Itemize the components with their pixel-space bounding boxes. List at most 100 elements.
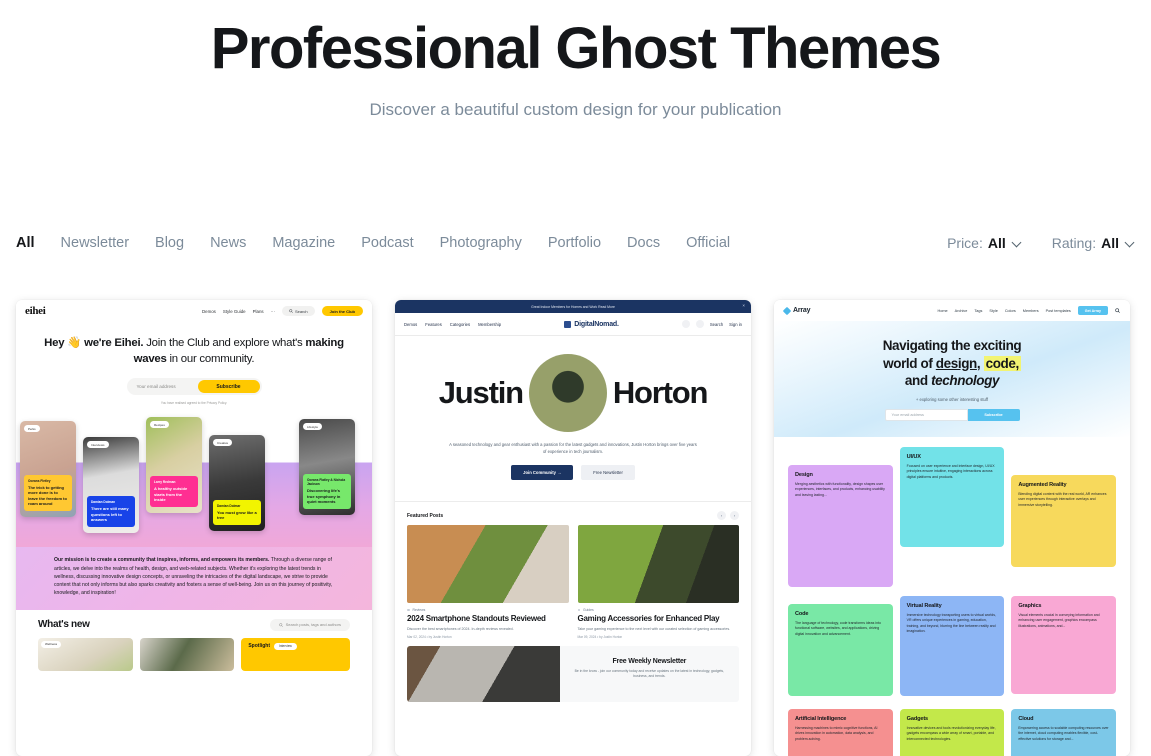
whats-new-item[interactable]: Wellness xyxy=(38,637,133,671)
category-filter-docs[interactable]: Docs xyxy=(627,235,660,251)
page-subtitle: Discover a beautiful custom design for y… xyxy=(369,99,782,119)
dn-signin-button[interactable]: Sign in xyxy=(729,322,742,327)
array-nav-tags[interactable]: Tags xyxy=(974,309,982,313)
quote-card[interactable]: Lifestyle Oceans Flatley & Nichola Jacks… xyxy=(299,419,355,516)
quote-card[interactable]: Creative Damian Dolmar You must grow lik… xyxy=(209,435,265,532)
dn-post-category[interactable]: Reviews xyxy=(413,608,426,612)
eihei-nav-more[interactable]: ··· xyxy=(271,309,275,314)
dn-post-date: Mar 02, 2024 • by Justin Horton xyxy=(407,634,452,639)
eihei-whats-new-search[interactable]: Search posts, tags and authors xyxy=(269,618,350,631)
eihei-nav-plans[interactable]: Plans xyxy=(253,309,264,314)
chevron-right-icon[interactable]: › xyxy=(730,511,739,520)
whats-new-item[interactable] xyxy=(139,637,235,671)
category-filter-photography[interactable]: Photography xyxy=(440,235,522,251)
array-email-input[interactable]: Your email address xyxy=(884,408,968,421)
array-tile-title: Virtual Reality xyxy=(906,603,942,609)
quote-author: Damian Dolmar xyxy=(217,503,241,508)
dn-menu-icon[interactable] xyxy=(681,320,690,328)
array-nav-home[interactable]: Home xyxy=(938,309,948,313)
dn-nav-membership[interactable]: Membership xyxy=(478,322,501,327)
dn-nav-categories[interactable]: Categories xyxy=(450,322,470,327)
array-tile-text: Empowering access to scalable computing … xyxy=(1018,726,1109,741)
dn-logo[interactable]: DigitalNomad. xyxy=(564,320,619,328)
array-logo-text: Array xyxy=(793,307,811,314)
quote-card[interactable]: Perks Oceans Fletley The trick to gettin… xyxy=(20,421,76,518)
dn-logo-mark-icon xyxy=(564,320,572,328)
eihei-subscribe-button[interactable]: Subscribe xyxy=(197,380,260,394)
eihei-join-club-button[interactable]: Join the Club xyxy=(321,306,363,316)
category-filter-podcast[interactable]: Podcast xyxy=(361,235,413,251)
dn-post-title[interactable]: Gaming Accessories for Enhanced Play xyxy=(578,614,740,624)
array-tile-cloud[interactable]: Cloud Empowering access to scalable comp… xyxy=(1011,709,1116,756)
dn-free-newsletter-button[interactable]: Free Newsletter xyxy=(581,464,635,480)
close-icon[interactable]: × xyxy=(742,303,745,309)
dn-post-date: Mar 09, 2024 • by Justin Horton xyxy=(577,634,623,639)
category-filter-official[interactable]: Official xyxy=(686,235,730,251)
dn-banner-text: Great Indoor Members for Homes and Work … xyxy=(531,304,615,309)
array-tile-artificial-intelligence[interactable]: Artificial Intelligence Harnessing machi… xyxy=(788,709,893,756)
dn-post-card[interactable]: Reviews 2024 Smartphone Standouts Review… xyxy=(407,525,569,639)
array-nav-colors[interactable]: Colors xyxy=(1005,309,1016,313)
array-tile-text: Immersive technology transporting users … xyxy=(906,613,996,634)
quote-card[interactable]: Recipes Larry Redman A healthy outside s… xyxy=(146,417,202,514)
category-filter-blog[interactable]: Blog xyxy=(155,235,184,251)
array-logo[interactable]: Array xyxy=(782,306,811,315)
dn-post-category[interactable]: Guides xyxy=(583,608,594,612)
category-filter-portfolio[interactable]: Portfolio xyxy=(548,235,601,251)
array-tile-title: Code xyxy=(795,611,809,617)
array-tile-design[interactable]: Design Merging aesthetics with functiona… xyxy=(788,465,893,587)
array-tile-title: Graphics xyxy=(1018,603,1042,609)
dn-hero-lastname: Horton xyxy=(612,375,709,410)
category-filter-news[interactable]: News xyxy=(210,235,246,251)
array-tile-virtual-reality[interactable]: Virtual Reality Immersive technology tra… xyxy=(899,596,1005,696)
quote-card[interactable]: Interviews Damian Dolman There are still… xyxy=(83,437,139,534)
array-tile-text: Blending digital content with the real w… xyxy=(1018,492,1107,507)
dn-join-community-button[interactable]: Join Community → xyxy=(511,464,574,480)
dot-icon xyxy=(407,608,410,612)
quote-author: Larry Redman xyxy=(154,480,176,485)
array-tile-graphics[interactable]: Graphics Visual elements crucial in conv… xyxy=(1011,596,1116,694)
array-navbar: Array Home Archive Tags Style Colors Mem… xyxy=(774,300,1130,321)
rating-filter[interactable]: Rating: All xyxy=(1052,235,1135,251)
dn-hero: Justin Horton A seasoned technology and … xyxy=(395,336,751,501)
array-nav-members[interactable]: Members xyxy=(1023,309,1039,313)
theme-card-eihei[interactable]: eihei Demos Style Guide Plans ··· Search… xyxy=(16,300,372,756)
dn-post-card[interactable]: Guides Gaming Accessories for Enhanced P… xyxy=(577,525,740,639)
quote-text: You must grow like a tree xyxy=(217,509,257,521)
eihei-logo[interactable]: eihei xyxy=(25,305,46,317)
array-subscribe-button[interactable]: Subscribe xyxy=(967,408,1020,421)
array-tile-augmented-reality[interactable]: Augmented Reality Blending digital conte… xyxy=(1011,475,1116,567)
eihei-search-button[interactable]: Search xyxy=(281,306,315,316)
theme-card-array[interactable]: Array Home Archive Tags Style Colors Mem… xyxy=(774,300,1130,756)
price-filter[interactable]: Price: All xyxy=(947,235,1022,251)
array-tile-gadgets[interactable]: Gadgets Innovative devices and tools rev… xyxy=(899,709,1005,756)
category-filter-all[interactable]: All xyxy=(16,235,35,251)
array-nav-post-templates[interactable]: Post templates xyxy=(1046,309,1071,313)
eihei-nav-demos[interactable]: Demos xyxy=(202,309,216,314)
price-filter-value: All xyxy=(987,235,1006,251)
dn-hero-firstname: Justin xyxy=(438,375,524,410)
array-get-button[interactable]: Get Array xyxy=(1077,306,1108,315)
dn-newsletter-card[interactable]: Free Weekly Newsletter Be in the know - … xyxy=(407,645,739,702)
whats-new-spotlight[interactable]: Spotlight Interview xyxy=(241,637,351,671)
price-filter-label: Price: xyxy=(947,235,983,251)
dn-nav-features[interactable]: Features xyxy=(425,322,442,327)
dn-hero-name: Justin Horton xyxy=(395,354,751,432)
category-filter-newsletter[interactable]: Newsletter xyxy=(61,235,130,251)
theme-card-digital-nomad[interactable]: Great Indoor Members for Homes and Work … xyxy=(395,300,751,756)
array-nav-archive[interactable]: Archive xyxy=(955,309,968,313)
array-tile-code[interactable]: Code The language of technology, code tr… xyxy=(788,604,893,696)
eihei-email-input[interactable]: Your email address xyxy=(129,384,198,389)
dn-post-title[interactable]: 2024 Smartphone Standouts Reviewed xyxy=(407,614,569,624)
array-nav-style[interactable]: Style xyxy=(989,309,997,313)
dn-nav-demos[interactable]: Demos xyxy=(404,322,417,327)
search-icon[interactable] xyxy=(1115,308,1120,313)
search-icon xyxy=(278,622,283,627)
quote-body: Oceans Fletley The trick to getting more… xyxy=(24,474,72,512)
category-filter-magazine[interactable]: Magazine xyxy=(272,235,335,251)
eihei-nav-style-guide[interactable]: Style Guide xyxy=(223,309,246,314)
chevron-left-icon[interactable]: ‹ xyxy=(717,511,726,520)
array-tile-uiux[interactable]: UI/UX Focused on user experience and int… xyxy=(899,447,1005,547)
dn-search-button[interactable]: Search xyxy=(710,322,723,327)
dn-theme-toggle-icon[interactable] xyxy=(695,320,704,328)
